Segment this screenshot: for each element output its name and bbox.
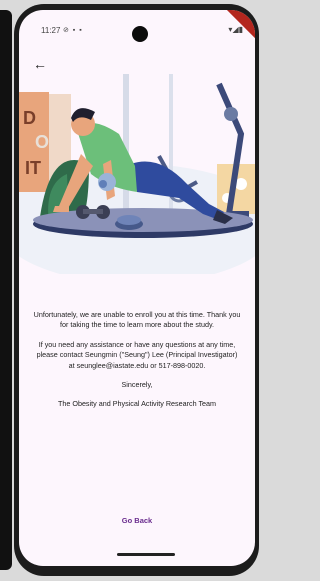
status-time: 11:27 [41, 26, 61, 35]
app-screen: 11:27 ⊘ ▪ ▪ ▾◢▮ ← D O IT Unfortunately, … [19, 10, 255, 566]
svg-text:D: D [23, 108, 36, 128]
front-camera [132, 26, 148, 42]
svg-text:IT: IT [25, 158, 41, 178]
contact-info-text: If you need any assistance or have any q… [36, 339, 238, 370]
status-message: Unfortunately, we are unable to enroll y… [33, 310, 241, 419]
gesture-home-bar[interactable] [117, 553, 175, 556]
exercise-illustration: D O IT [19, 74, 255, 274]
svg-text:O: O [35, 132, 49, 152]
team-signature: The Obesity and Physical Activity Resear… [57, 399, 217, 409]
notification-icons: ⊘ ▪ ▪ [63, 27, 83, 34]
signal-battery-icons: ▾◢▮ [228, 25, 243, 34]
adjacent-device-edge [0, 10, 12, 570]
back-arrow-icon[interactable]: ← [33, 56, 47, 72]
go-back-button[interactable]: Go Back [19, 516, 255, 525]
enrollment-declined-text: Unfortunately, we are unable to enroll y… [33, 310, 241, 330]
closing-text: Sincerely, [121, 380, 153, 390]
